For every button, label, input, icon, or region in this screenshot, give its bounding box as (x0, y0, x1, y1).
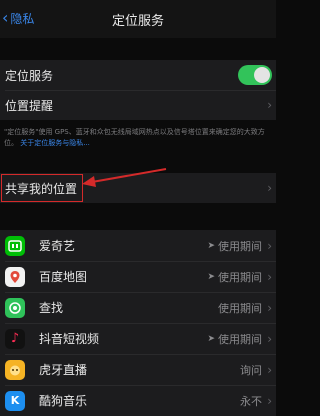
status-text: 使用期间 (218, 270, 262, 284)
app-permission-status: 永不 (240, 393, 262, 409)
huya-icon (5, 359, 25, 380)
iqiyi-icon (5, 235, 25, 256)
status-text: 永不 (240, 394, 262, 408)
chevron-right-icon: › (267, 269, 272, 284)
chevron-right-icon: › (267, 238, 272, 253)
location-alerts-label: 位置提醒 (5, 98, 54, 113)
location-services-row: 定位服务 (0, 60, 276, 90)
chevron-right-icon: › (267, 98, 272, 112)
toggle-knob (254, 67, 270, 83)
chevron-right-icon: › (267, 393, 272, 408)
baidu-map-icon (5, 266, 25, 287)
app-name: 抖音短视频 (39, 332, 100, 346)
annotation-arrow-icon (82, 168, 167, 187)
app-permission-status: 询问 (240, 362, 262, 378)
status-text: 询问 (240, 363, 262, 377)
app-name: 虎牙直播 (39, 363, 88, 377)
app-list: 爱奇艺 ➤ 使用期间 › 百度地图 ➤ 使用期间 › 查找 使用期间 › ♪ 抖… (0, 230, 276, 416)
chevron-right-icon: › (267, 362, 272, 377)
app-row-iqiyi[interactable]: 爱奇艺 ➤ 使用期间 › (0, 230, 276, 261)
annotation-highlight-box (1, 174, 83, 202)
location-settings-group: 定位服务 位置提醒 › (0, 60, 276, 120)
douyin-icon: ♪ (5, 328, 25, 349)
app-permission-status: ➤ 使用期间 (207, 331, 262, 347)
app-name: 百度地图 (39, 270, 88, 284)
app-row-baidu-map[interactable]: 百度地图 ➤ 使用期间 › (0, 261, 276, 292)
location-services-toggle[interactable] (238, 65, 272, 85)
chevron-right-icon: › (267, 300, 272, 315)
location-alerts-row[interactable]: 位置提醒 › (0, 90, 276, 120)
app-name: 查找 (39, 301, 64, 315)
status-text: 使用期间 (218, 301, 262, 315)
app-permission-status: 使用期间 (218, 300, 262, 316)
app-permission-status: ➤ 使用期间 (207, 269, 262, 285)
app-name: 爱奇艺 (39, 239, 76, 253)
privacy-link[interactable]: 关于定位服务与隐私... (20, 139, 90, 147)
app-row-find-my[interactable]: 查找 使用期间 › (0, 292, 276, 323)
location-services-label: 定位服务 (5, 68, 54, 83)
page-title: 定位服务 (111, 14, 164, 29)
chevron-right-icon: › (267, 331, 272, 346)
navigation-bar: ‹ 隐私 定位服务 (0, 0, 276, 38)
kugou-icon: K (5, 390, 25, 411)
chevron-right-icon: › (267, 181, 272, 195)
app-row-kugou[interactable]: K 酷狗音乐 永不 › (0, 385, 276, 416)
app-row-douyin[interactable]: ♪ 抖音短视频 ➤ 使用期间 › (0, 323, 276, 354)
status-text: 使用期间 (218, 239, 262, 253)
location-arrow-icon: ➤ (207, 333, 215, 344)
app-permission-status: ➤ 使用期间 (207, 238, 262, 254)
location-arrow-icon: ➤ (207, 240, 215, 251)
location-arrow-icon: ➤ (207, 271, 215, 282)
status-text: 使用期间 (218, 332, 262, 346)
find-my-icon (5, 297, 25, 318)
app-row-huya[interactable]: 虎牙直播 询问 › (0, 354, 276, 385)
location-footnote: "定位服务"使用 GPS、蓝牙和众包无线局域网热点以及信号塔位置来确定您的大致方… (4, 127, 274, 149)
app-name: 酷狗音乐 (39, 394, 88, 408)
